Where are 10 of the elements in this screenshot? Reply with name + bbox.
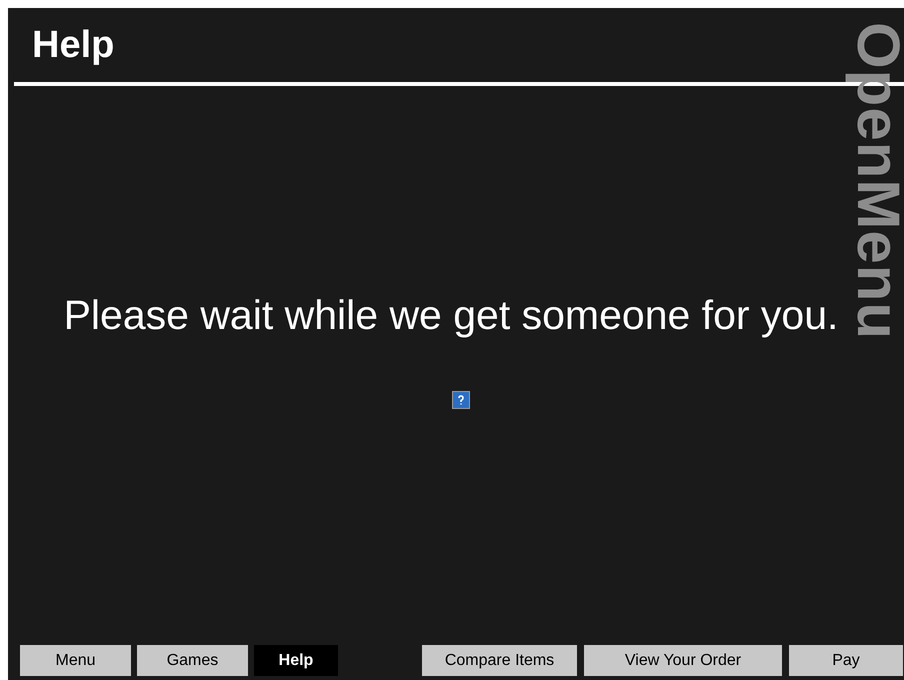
broken-image-icon [452, 391, 470, 409]
nav-tab[interactable]: Compare Items [422, 645, 577, 676]
nav-tab[interactable]: Help [254, 645, 338, 676]
status-message: Please wait while we get someone for you. [64, 291, 838, 339]
nav-tab[interactable]: Games [137, 645, 248, 676]
brand-wordmark: OpenMenu [848, 20, 904, 342]
nav-tab[interactable]: Pay [789, 645, 903, 676]
nav-tab[interactable]: View Your Order [584, 645, 782, 676]
nav-tab[interactable]: Menu [20, 645, 131, 676]
page-title: Help [32, 23, 114, 68]
